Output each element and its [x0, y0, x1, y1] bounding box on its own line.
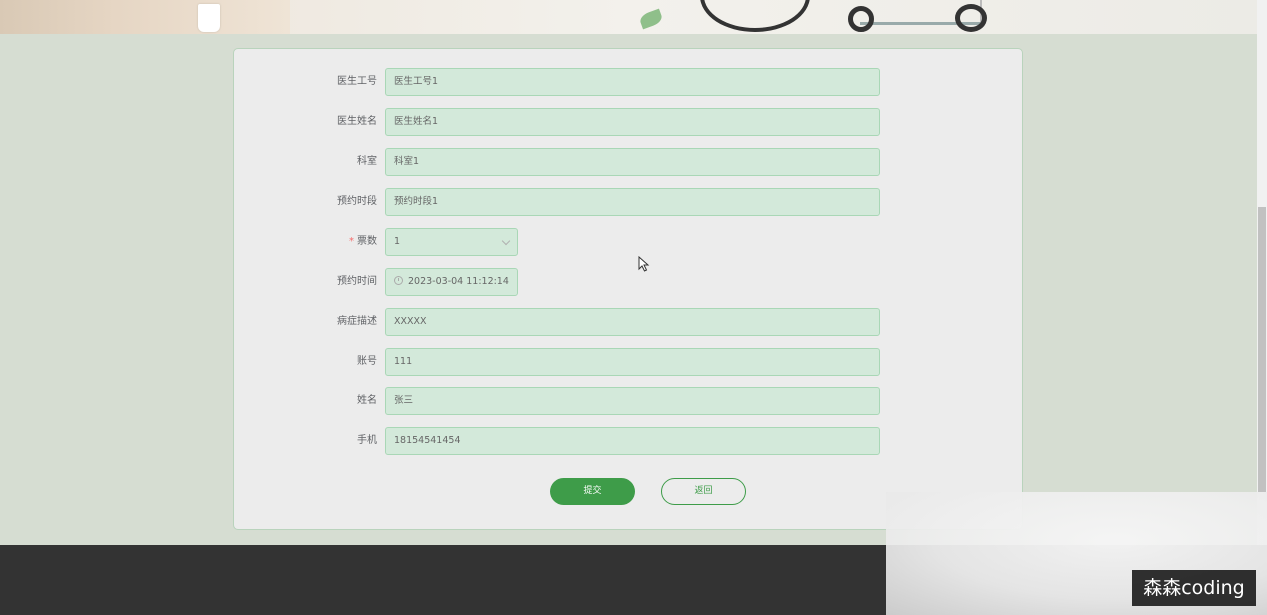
form-row-appointment-time: 预约时间 2023-03-04 11:12:14	[234, 268, 1022, 296]
appointment-form: 医生工号 医生工号1 医生姓名 医生姓名1 科室 科室1 预约时段 预约时段1 …	[233, 48, 1023, 530]
required-mark: *	[349, 236, 354, 247]
leaf-illustration	[638, 8, 664, 30]
select-value: 1	[394, 236, 401, 247]
form-row-doctor-id: 医生工号 医生工号1	[234, 68, 1022, 96]
department-input[interactable]: 科室1	[385, 148, 880, 176]
datetime-value: 2023-03-04 11:12:14	[408, 276, 509, 287]
submit-button[interactable]: 提交	[550, 478, 635, 505]
form-row-symptom-description: 病症描述 XXXXX	[234, 308, 1022, 336]
account-input[interactable]: 111	[385, 348, 880, 376]
wheelchair-wheel-illustration	[848, 6, 874, 32]
field-label: 预约时间	[337, 276, 377, 287]
page-scrollbar[interactable]	[1257, 0, 1267, 545]
form-row-doctor-name: 医生姓名 医生姓名1	[234, 108, 1022, 136]
form-row-time-slot: 预约时段 预约时段1	[234, 188, 1022, 216]
field-label: 病症描述	[337, 316, 377, 327]
scrollbar-thumb[interactable]	[1258, 207, 1266, 492]
name-input[interactable]: 张三	[385, 387, 880, 415]
field-label-text: 票数	[357, 236, 377, 247]
chevron-down-icon[interactable]	[501, 236, 511, 246]
form-row-ticket-count: * 票数 1	[234, 228, 1022, 256]
form-row-phone: 手机 18154541454	[234, 427, 1022, 455]
symptom-description-input[interactable]: XXXXX	[385, 308, 880, 336]
form-row-account: 账号 111	[234, 348, 1022, 376]
cup-illustration	[198, 4, 220, 32]
ticket-count-select[interactable]: 1	[385, 228, 518, 256]
banner-decoration	[0, 0, 290, 34]
time-slot-input[interactable]: 预约时段1	[385, 188, 880, 216]
field-label: 医生工号	[337, 76, 377, 87]
field-label: 科室	[357, 156, 377, 167]
clock-icon	[394, 276, 403, 285]
field-label: 账号	[357, 356, 377, 367]
wheelchair-wheel-illustration	[955, 4, 987, 32]
phone-input[interactable]: 18154541454	[385, 427, 880, 455]
mouse-cursor-icon	[638, 256, 650, 272]
wheelchair-wheel-illustration	[700, 0, 810, 32]
doctor-id-input[interactable]: 医生工号1	[385, 68, 880, 96]
top-banner-image	[0, 0, 1257, 34]
form-row-department: 科室 科室1	[234, 148, 1022, 176]
field-label: 医生姓名	[337, 116, 377, 127]
field-label: 姓名	[357, 395, 377, 406]
back-button[interactable]: 返回	[661, 478, 746, 505]
doctor-name-input[interactable]: 医生姓名1	[385, 108, 880, 136]
appointment-time-picker[interactable]: 2023-03-04 11:12:14	[385, 268, 518, 296]
field-label: 预约时段	[337, 196, 377, 207]
form-row-name: 姓名 张三	[234, 387, 1022, 415]
watermark-label: 森森coding	[1132, 570, 1256, 606]
field-label: * 票数	[349, 228, 377, 256]
field-label: 手机	[357, 435, 377, 446]
